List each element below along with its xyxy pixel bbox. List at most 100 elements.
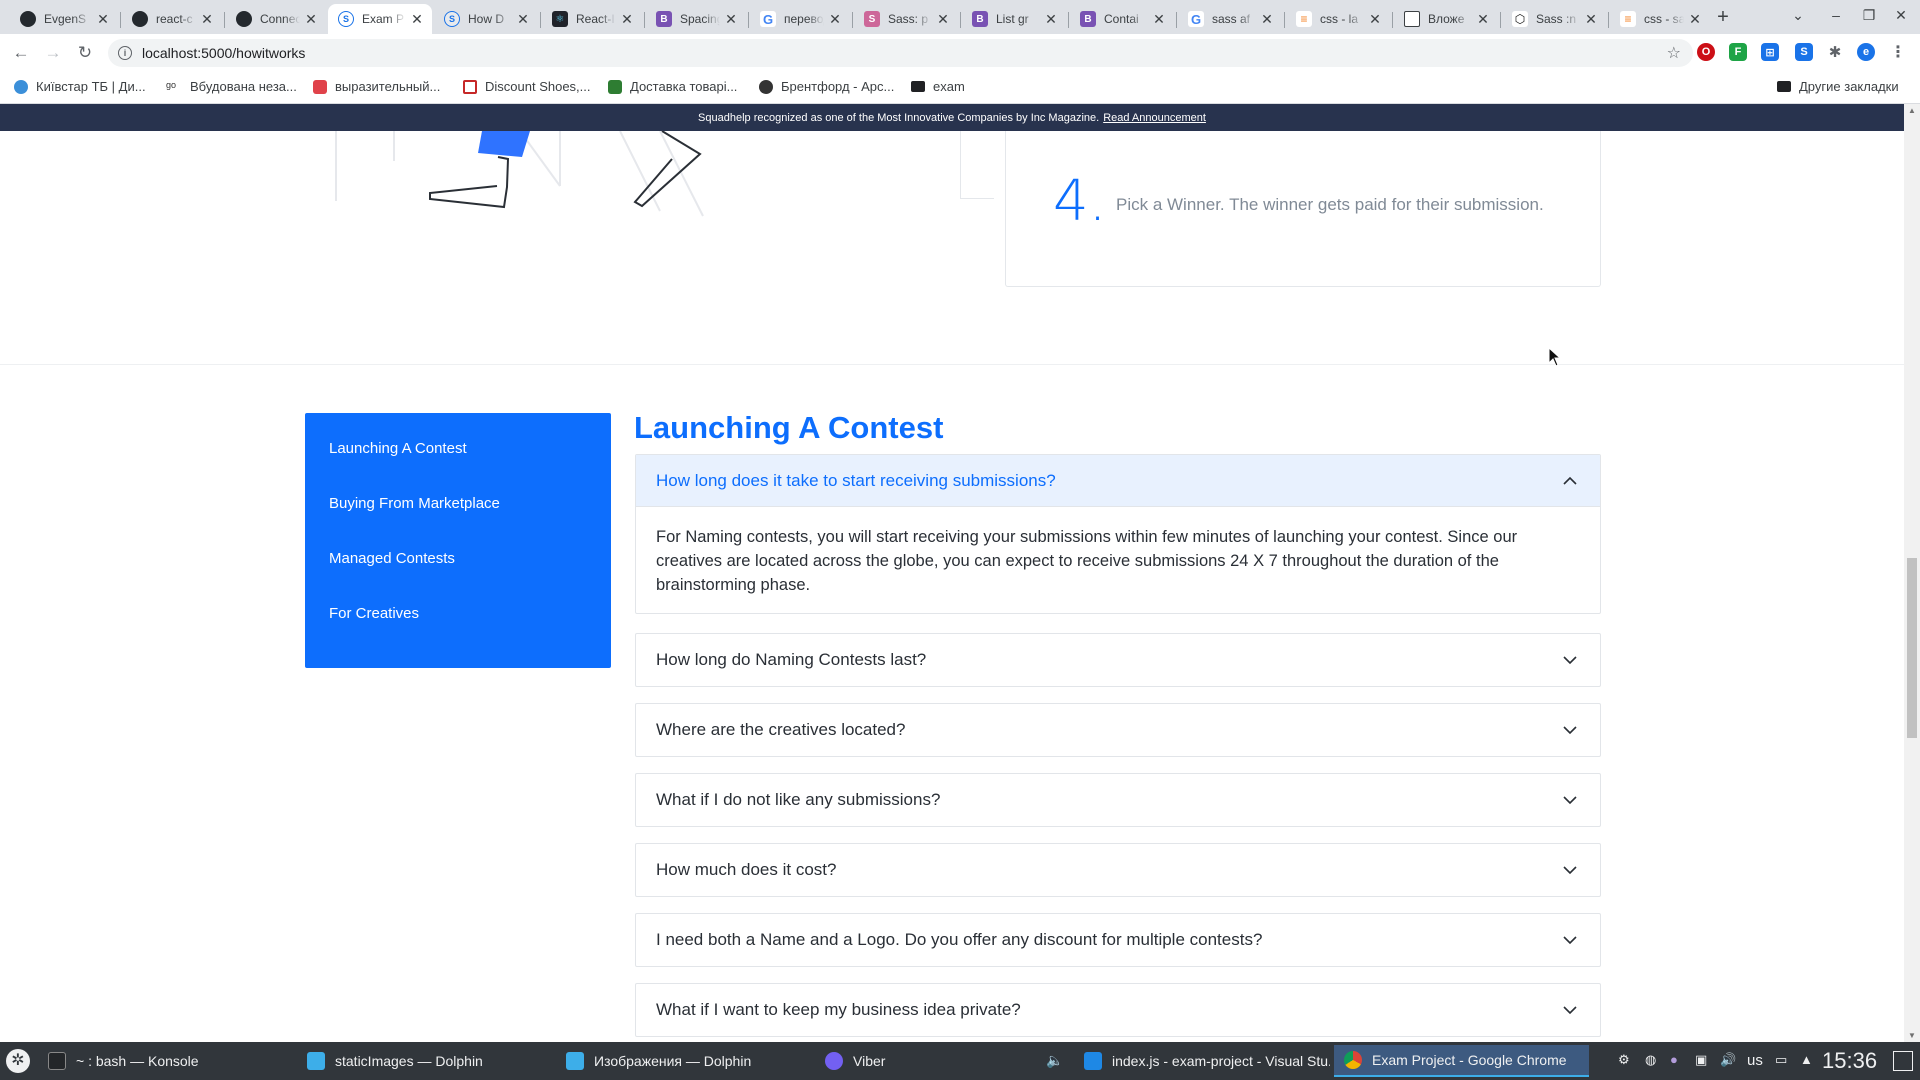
show-desktop-icon[interactable] xyxy=(1893,1051,1913,1071)
taskbar-item-active[interactable]: Exam Project - Google Chrome xyxy=(1334,1045,1589,1077)
close-icon[interactable]: ✕ xyxy=(96,11,110,28)
browser-tab[interactable]: react-c ✕ xyxy=(122,4,222,34)
other-bookmarks[interactable]: Другие закладки xyxy=(1777,79,1899,94)
back-icon[interactable]: ← xyxy=(10,42,32,64)
browser-tab[interactable]: G перевод ✕ xyxy=(750,4,850,34)
bookmark-item[interactable]: Доставка товарі... xyxy=(608,79,737,94)
close-icon[interactable]: ✕ xyxy=(200,11,214,28)
faq-question-toggle[interactable]: Where are the creatives located? xyxy=(636,704,1600,756)
tray-volume-icon[interactable]: 🔊 xyxy=(1720,1052,1736,1068)
scroll-up-arrow-icon[interactable]: ▲ xyxy=(1907,106,1917,115)
browser-tab[interactable]: Вложе ✕ xyxy=(1394,4,1498,34)
bookmark-item[interactable]: Discount Shoes,... xyxy=(463,79,591,94)
bookmark-item[interactable]: выразительный... xyxy=(313,79,440,94)
tray-viber-icon[interactable]: ● xyxy=(1670,1052,1678,1067)
faq-item: How long do Naming Contests last? xyxy=(635,633,1601,687)
browser-tab[interactable]: Connect ✕ xyxy=(226,4,326,34)
browser-tab[interactable]: S How D ✕ xyxy=(434,4,538,34)
audio-playing-icon[interactable]: 🔈 xyxy=(1046,1052,1063,1069)
chevron-down-icon xyxy=(1563,1006,1577,1015)
browser-tab[interactable]: S Sass: p ✕ xyxy=(854,4,958,34)
restore-icon[interactable]: ❐ xyxy=(1858,7,1880,27)
tray-clipboard-icon[interactable]: ▣ xyxy=(1695,1052,1707,1068)
tab-search-icon[interactable]: ⌄ xyxy=(1787,7,1809,27)
faq-question-toggle[interactable]: I need both a Name and a Logo. Do you of… xyxy=(636,914,1600,966)
url-text[interactable]: localhost:5000/howitworks xyxy=(142,45,305,61)
scroll-down-arrow-icon[interactable]: ▼ xyxy=(1907,1031,1917,1040)
bookmark-item[interactable]: go Вбудована неза... xyxy=(166,79,297,94)
taskbar-clock[interactable]: 15:36 xyxy=(1822,1048,1877,1074)
close-icon[interactable]: ✕ xyxy=(516,11,530,28)
tab-separator xyxy=(1392,12,1393,28)
bookmark-label: выразительный... xyxy=(335,79,441,94)
app-launcher-icon[interactable]: ✲ xyxy=(6,1049,30,1073)
close-icon[interactable]: ✕ xyxy=(724,11,738,28)
reload-icon[interactable]: ↻ xyxy=(74,42,96,64)
forward-icon[interactable]: → xyxy=(42,42,64,64)
taskbar-item[interactable]: staticImages — Dolphin xyxy=(297,1045,552,1077)
bookmark-label: Вбудована неза... xyxy=(190,79,297,94)
browser-tab[interactable]: ≡ css - sa ✕ xyxy=(1610,4,1710,34)
close-icon[interactable]: ✕ xyxy=(1688,11,1702,28)
tab-title: Sass: p xyxy=(888,12,929,26)
tray-display-icon[interactable]: ▭ xyxy=(1775,1052,1787,1068)
menu-kebab-icon[interactable]: ⋮ xyxy=(1889,43,1907,61)
address-bar[interactable]: i localhost:5000/howitworks ☆ xyxy=(108,39,1693,67)
extensions-puzzle-icon[interactable]: ✱ xyxy=(1826,43,1844,61)
new-tab-button[interactable]: + xyxy=(1711,7,1735,29)
close-icon[interactable]: ✕ xyxy=(936,11,950,28)
read-announcement-link[interactable]: Read Announcement xyxy=(1103,112,1206,124)
page-scrollbar[interactable]: ▲ ▼ xyxy=(1904,104,1920,1042)
bookmark-star-icon[interactable]: ☆ xyxy=(1667,43,1681,63)
faq-question-toggle[interactable]: What if I want to keep my business idea … xyxy=(636,984,1600,1036)
nav-item-launching-contest[interactable]: Launching A Contest xyxy=(305,439,611,494)
close-icon[interactable]: ✕ xyxy=(1044,11,1058,28)
browser-tab[interactable]: B Contai ✕ xyxy=(1070,4,1174,34)
faq-question-toggle[interactable]: How long do Naming Contests last? xyxy=(636,634,1600,686)
taskbar-label: Изображения — Dolphin xyxy=(594,1053,752,1069)
close-window-icon[interactable]: ✕ xyxy=(1890,7,1912,27)
close-icon[interactable]: ✕ xyxy=(1260,11,1274,28)
taskbar-item[interactable]: index.js - exam-project - Visual Stu... xyxy=(1074,1045,1330,1077)
close-icon[interactable]: ✕ xyxy=(304,11,318,28)
grid-extension-icon[interactable]: ⊞ xyxy=(1761,43,1779,61)
opera-icon[interactable]: O xyxy=(1697,43,1715,61)
taskbar-item[interactable]: Изображения — Dolphin xyxy=(556,1045,811,1077)
close-icon[interactable]: ✕ xyxy=(410,11,424,28)
browser-tab[interactable]: G sass af ✕ xyxy=(1178,4,1282,34)
tray-notes-icon[interactable]: ⚙ xyxy=(1618,1052,1630,1068)
taskbar-item[interactable]: ~ : bash — Konsole xyxy=(38,1045,293,1077)
browser-tab[interactable]: B List gr ✕ xyxy=(962,4,1066,34)
bookmark-item[interactable]: Київстар ТБ | Ди... xyxy=(14,79,146,94)
nav-item-buying-marketplace[interactable]: Buying From Marketplace xyxy=(305,494,611,549)
browser-tab[interactable]: B Spacing ✕ xyxy=(646,4,746,34)
translate-extension-icon[interactable]: S xyxy=(1795,43,1813,61)
browser-tab[interactable]: ⬡ Sass :n ✕ xyxy=(1502,4,1606,34)
feedly-icon[interactable]: F xyxy=(1729,43,1747,61)
bookmark-item[interactable]: exam xyxy=(911,79,965,94)
close-icon[interactable]: ✕ xyxy=(1152,11,1166,28)
profile-avatar[interactable]: e xyxy=(1857,43,1875,61)
bookmark-item[interactable]: Брентфорд - Арс... xyxy=(759,79,894,94)
faq-question-toggle[interactable]: What if I do not like any submissions? xyxy=(636,774,1600,826)
browser-tab-active[interactable]: S Exam P ✕ xyxy=(328,4,432,34)
browser-tab[interactable]: ≡ css - la ✕ xyxy=(1286,4,1390,34)
close-icon[interactable]: ✕ xyxy=(1476,11,1490,28)
info-icon[interactable]: i xyxy=(118,46,132,60)
faq-question-toggle[interactable]: How long does it take to start receiving… xyxy=(636,455,1600,507)
taskbar-item[interactable]: Viber xyxy=(815,1045,1037,1077)
close-icon[interactable]: ✕ xyxy=(620,11,634,28)
tray-expand-icon[interactable]: ▲ xyxy=(1800,1052,1813,1067)
browser-tab[interactable]: EvgenS ✕ xyxy=(10,4,118,34)
close-icon[interactable]: ✕ xyxy=(1584,11,1598,28)
nav-item-managed-contests[interactable]: Managed Contests xyxy=(305,549,611,604)
close-icon[interactable]: ✕ xyxy=(1368,11,1382,28)
tray-network-status-icon[interactable]: ◍ xyxy=(1645,1052,1656,1068)
scrollbar-thumb[interactable] xyxy=(1907,558,1917,738)
faq-question-toggle[interactable]: How much does it cost? xyxy=(636,844,1600,896)
minimize-icon[interactable]: – xyxy=(1825,7,1847,27)
browser-tab[interactable]: ⚛ React-I ✕ xyxy=(542,4,642,34)
keyboard-layout-indicator[interactable]: us xyxy=(1747,1052,1763,1069)
close-icon[interactable]: ✕ xyxy=(828,11,842,28)
nav-item-for-creatives[interactable]: For Creatives xyxy=(305,604,611,659)
